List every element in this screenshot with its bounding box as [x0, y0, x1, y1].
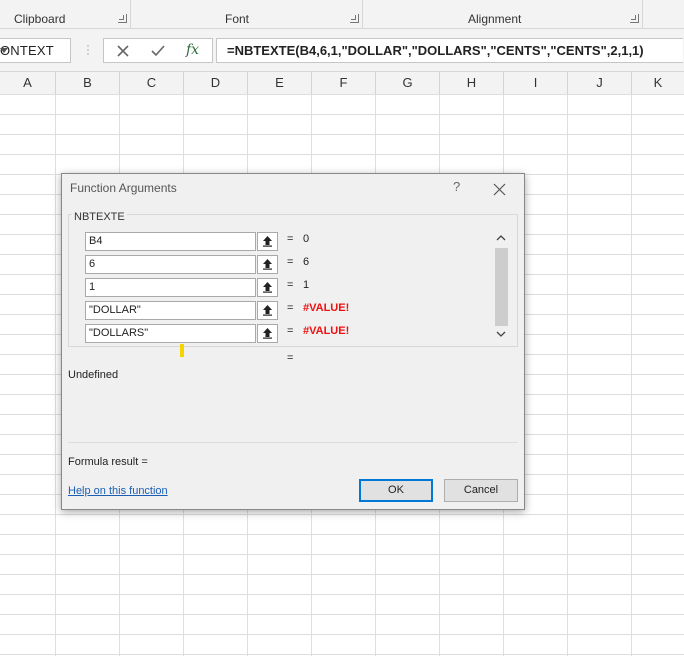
formula-input[interactable]: =NBTEXTE(B4,6,1,"DOLLAR","DOLLARS","CENT… — [216, 38, 683, 63]
argument-input[interactable]: 1 — [85, 278, 256, 297]
font-launcher-icon[interactable] — [350, 14, 359, 23]
cancel-entry-icon[interactable] — [116, 41, 130, 63]
column-header-h[interactable]: H — [440, 72, 504, 94]
argument-result: 0 — [303, 233, 310, 245]
argument-input[interactable]: B4 — [85, 232, 256, 251]
collapse-dialog-button[interactable] — [257, 278, 278, 297]
argument-value: 1 — [89, 281, 96, 293]
chevron-up-icon[interactable] — [496, 234, 506, 245]
column-header-k[interactable]: K — [632, 72, 684, 94]
argument-equals: = — [287, 302, 294, 314]
argument-input[interactable]: "DOLLARS" — [85, 324, 256, 343]
argument-equals: = — [287, 233, 294, 245]
column-header-b[interactable]: B — [56, 72, 120, 94]
dialog-title: Function Arguments — [70, 181, 177, 195]
column-headers: A B C D E F G H I J K — [0, 72, 684, 95]
formula-buttons: fx — [103, 38, 213, 63]
scrollbar-thumb[interactable] — [495, 248, 508, 326]
argument-result: 6 — [303, 256, 310, 268]
argument-input[interactable]: 6 — [85, 255, 256, 274]
grid-line — [631, 94, 632, 656]
collapse-arrow-icon — [263, 236, 272, 247]
cancel-button[interactable]: Cancel — [444, 479, 518, 502]
function-arguments-dialog: Function Arguments ? NBTEXTE B4 = 0 6 = … — [61, 173, 525, 510]
argument-value: "DOLLARS" — [89, 327, 149, 339]
column-header-c[interactable]: C — [120, 72, 184, 94]
function-name-label: NBTEXTE — [72, 211, 127, 223]
argument-error-result: #VALUE! — [303, 325, 350, 337]
font-group-label: Font — [225, 12, 250, 26]
text-cursor — [180, 344, 184, 357]
formula-text: =NBTEXTE(B4,6,1,"DOLLAR","DOLLARS","CENT… — [227, 43, 644, 58]
argument-equals: = — [287, 279, 294, 291]
function-result-equals: = — [287, 352, 294, 364]
argument-result: 1 — [303, 279, 310, 291]
help-link[interactable]: Help on this function — [68, 485, 168, 497]
formula-result-label: Formula result = — [68, 456, 148, 468]
clipboard-launcher-icon[interactable] — [118, 14, 127, 23]
ribbon-group-labels: Clipboard Font Alignment — [0, 0, 684, 29]
close-icon[interactable] — [493, 177, 506, 201]
insert-function-icon[interactable]: fx — [186, 42, 199, 58]
column-header-e[interactable]: E — [248, 72, 312, 94]
ok-button[interactable]: OK — [359, 479, 433, 502]
collapse-arrow-icon — [263, 328, 272, 339]
clipboard-group: Clipboard — [0, 0, 131, 28]
formula-bar: ONTEXT · · · fx =NBTEXTE(B4,6,1,"DOLLAR","… — [0, 29, 684, 72]
name-box-value: ONTEXT — [0, 43, 54, 58]
column-header-d[interactable]: D — [184, 72, 248, 94]
name-box[interactable]: ONTEXT — [0, 38, 71, 63]
column-header-a[interactable]: A — [0, 72, 56, 94]
column-header-j[interactable]: J — [568, 72, 632, 94]
argument-value: "DOLLAR" — [89, 304, 141, 316]
font-group: Font — [130, 0, 363, 28]
divider — [68, 442, 518, 443]
chevron-down-icon[interactable] — [496, 330, 506, 341]
help-question-icon[interactable]: ? — [453, 179, 460, 194]
alignment-group: Alignment — [362, 0, 643, 28]
arguments-scrollbar[interactable] — [494, 234, 508, 340]
collapse-arrow-icon — [263, 259, 272, 270]
collapse-arrow-icon — [263, 282, 272, 293]
grid-line — [567, 94, 568, 656]
argument-input[interactable]: "DOLLAR" — [85, 301, 256, 320]
argument-value: B4 — [89, 235, 103, 247]
grip-icon[interactable]: · · · — [86, 39, 90, 59]
collapse-dialog-button[interactable] — [257, 255, 278, 274]
argument-equals: = — [287, 325, 294, 337]
enter-entry-icon[interactable] — [150, 41, 166, 63]
column-header-f[interactable]: F — [312, 72, 376, 94]
chevron-down-icon[interactable] — [0, 48, 8, 53]
argument-value: 6 — [89, 258, 96, 270]
clipboard-group-label: Clipboard — [14, 12, 66, 26]
collapse-dialog-button[interactable] — [257, 301, 278, 320]
argument-error-result: #VALUE! — [303, 302, 350, 314]
column-header-g[interactable]: G — [376, 72, 440, 94]
collapse-arrow-icon — [263, 305, 272, 316]
collapse-dialog-button[interactable] — [257, 232, 278, 251]
alignment-launcher-icon[interactable] — [630, 14, 639, 23]
alignment-group-label: Alignment — [468, 12, 522, 26]
collapse-dialog-button[interactable] — [257, 324, 278, 343]
column-header-i[interactable]: I — [504, 72, 568, 94]
argument-equals: = — [287, 256, 294, 268]
function-description: Undefined — [68, 369, 119, 381]
grid-line — [55, 94, 56, 656]
